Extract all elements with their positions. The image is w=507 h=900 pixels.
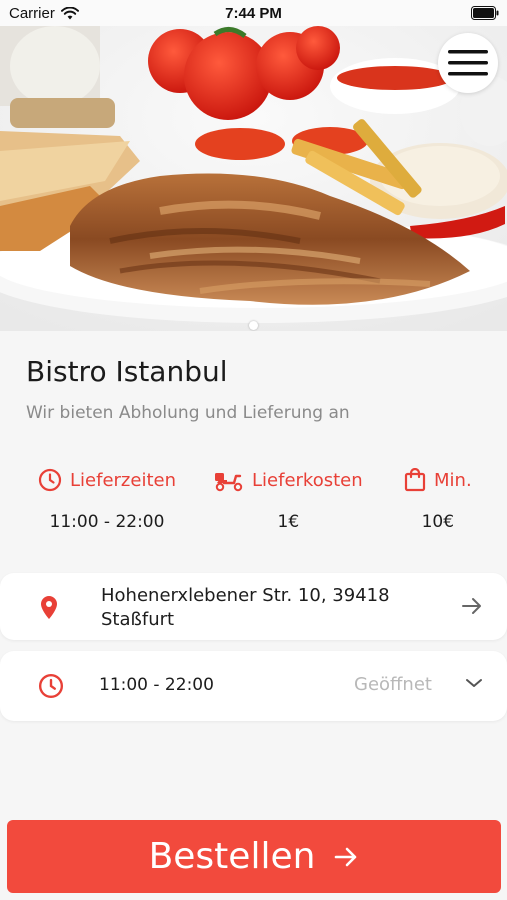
clock-icon [38, 468, 62, 492]
location-pin-icon [41, 596, 57, 619]
address-line-1: Hohenerxlebener Str. 10, 39418 [101, 585, 390, 606]
arrow-right-icon[interactable] [461, 596, 483, 616]
minimum-order-info: Min. 10€ [404, 468, 472, 532]
minimum-order-label: Min. [434, 469, 472, 491]
delivery-cost-label: Lieferkosten [252, 469, 363, 491]
shopping-bag-icon [404, 468, 426, 492]
opening-hours-card[interactable]: 11:00 - 22:00 Geöffnet [0, 651, 507, 721]
address-card[interactable]: Hohenerxlebener Str. 10, 39418 Staßfurt [0, 573, 507, 640]
food-photo [0, 26, 507, 331]
menu-button[interactable] [438, 33, 498, 93]
delivery-times-label: Lieferzeiten [70, 469, 176, 491]
open-status-label: Geöffnet [354, 674, 432, 695]
hamburger-menu-icon [448, 50, 488, 76]
status-time: 7:44 PM [225, 5, 282, 22]
delivery-times-value: 11:00 - 22:00 [49, 512, 165, 532]
delivery-cost-info: Lieferkosten 1€ [214, 468, 363, 532]
chevron-down-icon[interactable] [465, 677, 483, 689]
delivery-times-info: Lieferzeiten 11:00 - 22:00 [38, 468, 176, 532]
clock-icon [38, 673, 64, 699]
scooter-icon [215, 473, 243, 492]
battery-icon [471, 6, 499, 20]
minimum-order-value: 10€ [421, 512, 455, 532]
restaurant-tagline: Wir bieten Abholung und Lieferung an [26, 403, 350, 423]
delivery-cost-value: 1€ [277, 512, 300, 532]
arrow-right-icon [335, 847, 357, 866]
hero-image [0, 26, 507, 331]
page-indicator-dot [249, 321, 258, 330]
order-button-label: Bestellen [148, 836, 316, 877]
address-text: Hohenerxlebener Str. 10, 39418 Staßfurt [101, 584, 421, 632]
status-bar: Carrier 7:44 PM [0, 0, 507, 26]
address-line-2: Staßfurt [101, 609, 175, 630]
order-button[interactable]: Bestellen [7, 820, 501, 893]
restaurant-name: Bistro Istanbul [26, 355, 228, 388]
opening-hours-time: 11:00 - 22:00 [99, 675, 214, 695]
